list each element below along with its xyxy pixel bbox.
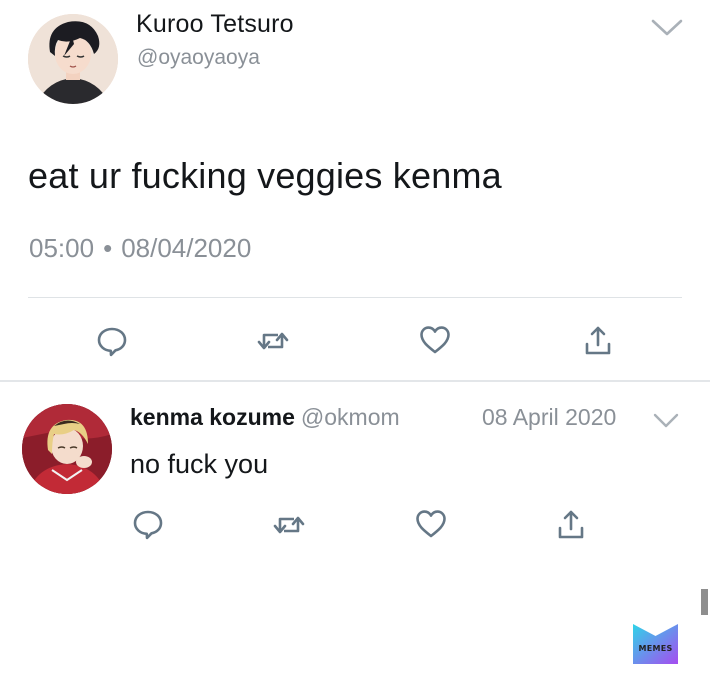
memes-watermark-logo: MEMES	[633, 624, 678, 664]
author-avatar[interactable]	[28, 14, 118, 104]
reply-date[interactable]: 08 April 2020	[482, 404, 616, 431]
tweet-text: eat ur fucking veggies kenma	[28, 155, 502, 196]
reply-author-name[interactable]: kenma kozume	[130, 404, 295, 430]
reply-author-handle[interactable]: @okmom	[301, 404, 400, 430]
reply-icon[interactable]	[95, 324, 129, 358]
like-icon[interactable]	[414, 507, 448, 541]
tweet-date: 08/04/2020	[121, 233, 252, 263]
author-name[interactable]: Kuroo Tetsuro	[136, 10, 294, 39]
reply-text: no fuck you	[130, 449, 269, 479]
tweet-timestamp[interactable]: 05:00 • 08/04/2020	[29, 233, 251, 264]
share-icon[interactable]	[554, 508, 588, 542]
reply-icon[interactable]	[131, 507, 165, 541]
divider	[28, 297, 682, 298]
retweet-icon[interactable]	[256, 324, 290, 358]
author-handle[interactable]: @oyaoyaoya	[137, 46, 260, 70]
section-divider	[0, 380, 710, 382]
reply-author[interactable]: kenma kozume @okmom	[130, 404, 400, 431]
meta-separator: •	[103, 233, 113, 263]
watermark-label: MEMES	[638, 644, 673, 653]
share-icon[interactable]	[581, 324, 615, 358]
avatar-illustration	[22, 404, 112, 494]
tweet-time: 05:00	[29, 233, 95, 263]
chevron-down-icon[interactable]	[650, 17, 684, 39]
like-icon[interactable]	[418, 323, 452, 357]
chevron-down-icon[interactable]	[652, 412, 680, 430]
retweet-icon[interactable]	[272, 508, 306, 542]
scrollbar[interactable]	[701, 589, 708, 615]
avatar-illustration	[28, 14, 118, 104]
reply-author-avatar[interactable]	[22, 404, 112, 494]
